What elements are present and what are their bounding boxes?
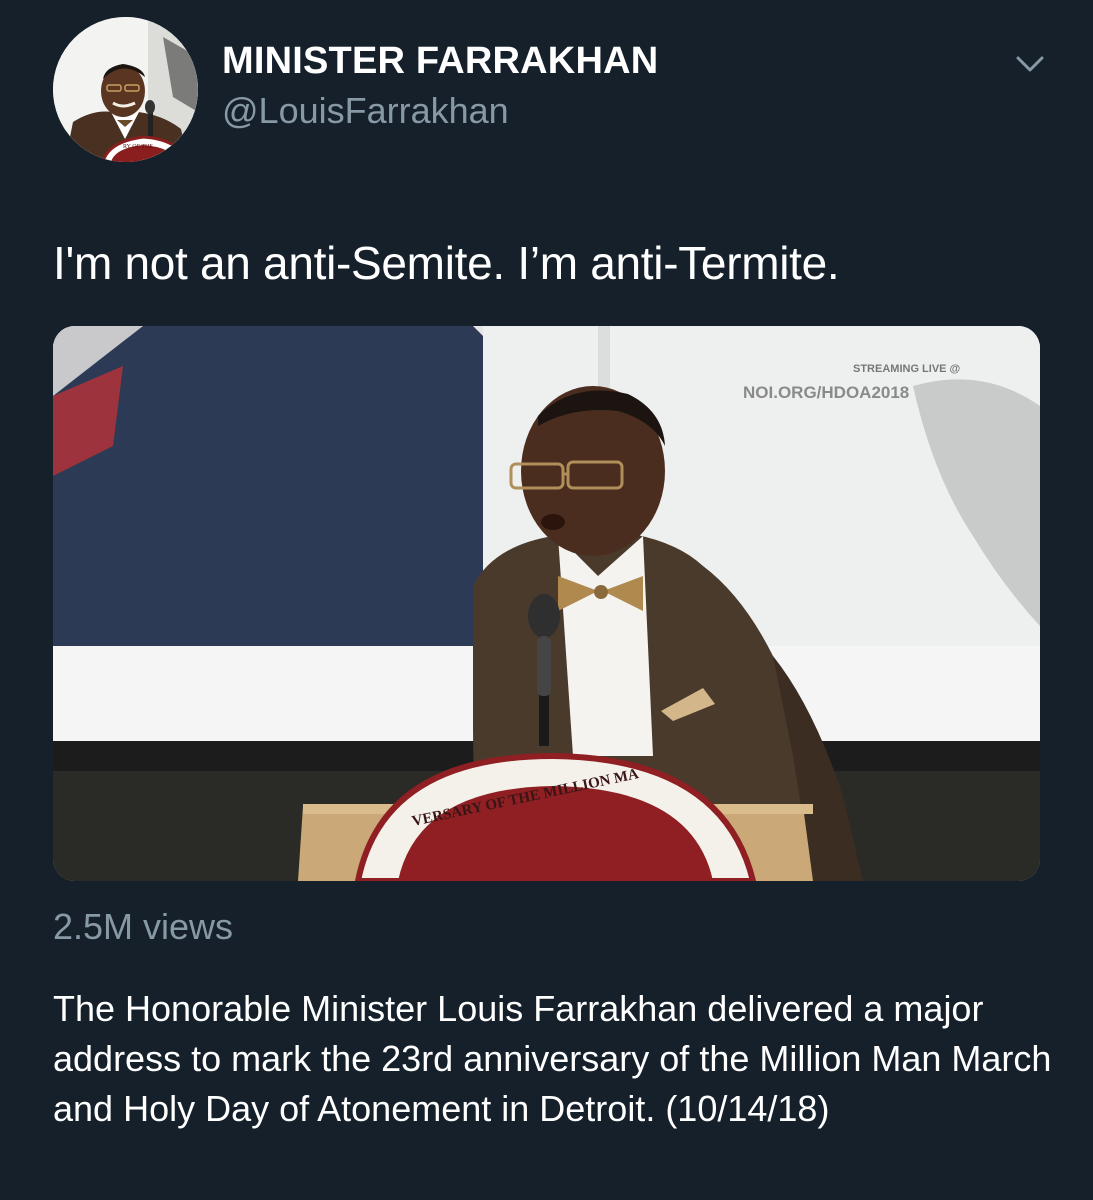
author-avatar[interactable]: RY OF THE — [53, 17, 198, 162]
view-count: 2.5M views — [53, 906, 234, 947]
avatar-photo: RY OF THE — [53, 17, 198, 162]
tweet-text: I'm not an anti-Semite. I’m anti-Termite… — [53, 237, 840, 289]
author-display-name[interactable]: MINISTER FARRAKHAN — [222, 40, 658, 83]
author-handle[interactable]: @LouisFarrakhan — [222, 90, 509, 132]
video-overlay-line-1: STREAMING LIVE @ — [853, 363, 961, 375]
chevron-down-icon — [1016, 56, 1044, 72]
tweet-video[interactable]: STREAMING LIVE @ NOI.ORG/HDOA2018 VERSAR… — [53, 326, 1040, 881]
video-frame: STREAMING LIVE @ NOI.ORG/HDOA2018 VERSAR… — [53, 326, 1040, 881]
tweet-menu-button[interactable] — [1010, 48, 1050, 80]
avatar-podium-text: RY OF THE — [123, 144, 153, 150]
video-overlay-line-2: NOI.ORG/HDOA2018 — [743, 383, 909, 402]
video-description: The Honorable Minister Louis Farrakhan d… — [53, 988, 1052, 1129]
